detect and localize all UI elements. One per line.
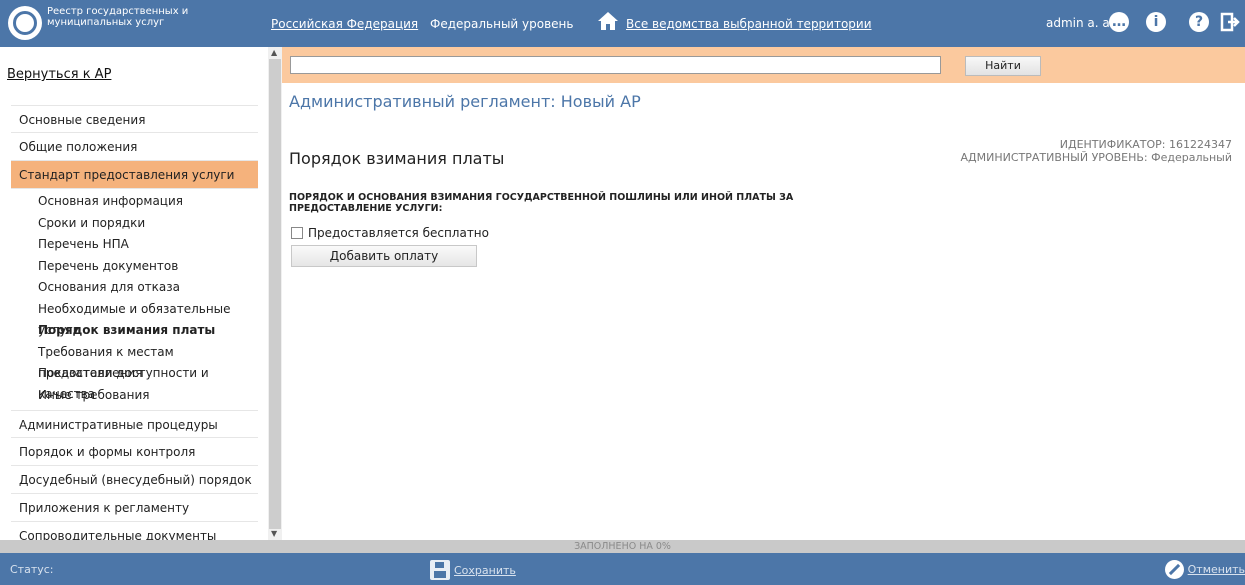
- sidebar-subitem-npa[interactable]: Перечень НПА: [11, 234, 258, 256]
- sidebar-item-general[interactable]: Общие положения: [11, 133, 258, 161]
- sidebar-item-procedures[interactable]: Административные процедуры: [11, 410, 258, 438]
- user-name[interactable]: admin a. a.: [1046, 16, 1114, 30]
- cancel-link[interactable]: Отменить: [1188, 563, 1245, 576]
- save-link[interactable]: Сохранить: [454, 564, 516, 577]
- floppy-icon[interactable]: [430, 560, 450, 580]
- sidebar-subitem-quality[interactable]: Показатели доступности и качества: [11, 363, 258, 401]
- sidebar-item-standard[interactable]: Стандарт предоставления услуги: [11, 161, 258, 189]
- progress-label: ЗАПОЛНЕНО НА 0%: [574, 541, 671, 552]
- top-bar: Реестр государственных и муниципальных у…: [0, 0, 1245, 47]
- sidebar-subitem-terms[interactable]: Сроки и порядки: [11, 213, 258, 235]
- messages-icon[interactable]: …: [1109, 12, 1129, 32]
- sidebar-item-main-info[interactable]: Основные сведения: [11, 105, 258, 133]
- sidebar-submenu: Основная информация Сроки и порядки Пере…: [11, 189, 258, 410]
- free-checkbox[interactable]: [291, 227, 303, 239]
- add-payment-button[interactable]: Добавить оплату: [291, 245, 477, 267]
- logo-icon[interactable]: [8, 6, 42, 40]
- admin-level: АДМИНИСТРАТИВНЫЙ УРОВЕНЬ: Федеральный: [960, 151, 1232, 164]
- sidebar-subitem-basic-info[interactable]: Основная информация: [11, 191, 258, 213]
- identifier: ИДЕНТИФИКАТОР: 161224347: [1059, 138, 1232, 151]
- sidebar: Вернуться к АР Основные сведения Общие п…: [0, 47, 268, 540]
- back-link[interactable]: Вернуться к АР: [7, 67, 111, 82]
- document-title: Административный регламент: Новый АР: [289, 92, 641, 111]
- progress-bar: ЗАПОЛНЕНО НА 0%: [0, 540, 1245, 553]
- nav-region-link[interactable]: Российская Федерация: [271, 17, 418, 31]
- info-icon[interactable]: i: [1146, 12, 1166, 32]
- sidebar-subitem-required-services[interactable]: Необходимые и обязательные услуги: [11, 299, 258, 337]
- scroll-up-icon[interactable]: ▲: [271, 48, 277, 57]
- document-meta: ИДЕНТИФИКАТОР: 161224347 АДМИНИСТРАТИВНЫ…: [961, 138, 1232, 164]
- sidebar-item-accompanying[interactable]: Сопроводительные документы: [11, 522, 258, 540]
- sidebar-item-appendices[interactable]: Приложения к регламенту: [11, 494, 258, 522]
- nav-level-link[interactable]: Федеральный уровень: [430, 17, 573, 31]
- search-button[interactable]: Найти: [965, 56, 1041, 76]
- section-title: Порядок взимания платы: [289, 149, 505, 168]
- cancel-icon[interactable]: [1164, 560, 1184, 579]
- sidebar-scrollbar[interactable]: ▲ ▼: [268, 47, 282, 540]
- scroll-down-icon[interactable]: ▼: [271, 529, 277, 538]
- status-bar: Статус: Сохранить Отменить: [0, 553, 1245, 585]
- search-input[interactable]: [290, 56, 941, 74]
- sidebar-menu: Основные сведения Общие положения Станда…: [11, 105, 258, 540]
- cancel-button[interactable]: Отменить: [1164, 560, 1245, 579]
- scroll-thumb[interactable]: [269, 59, 281, 529]
- sidebar-subitem-documents[interactable]: Перечень документов: [11, 256, 258, 278]
- payment-field-label: ПОРЯДОК И ОСНОВАНИЯ ВЗИМАНИЯ ГОСУДАРСТВЕ…: [289, 192, 794, 214]
- help-icon[interactable]: ?: [1189, 12, 1209, 32]
- sidebar-subitem-other[interactable]: Иные требования: [11, 385, 258, 407]
- home-icon[interactable]: [597, 10, 619, 32]
- sidebar-item-control[interactable]: Порядок и формы контроля: [11, 438, 258, 466]
- sidebar-item-pretrial[interactable]: Досудебный (внесудебный) порядок: [11, 466, 258, 494]
- free-checkbox-row[interactable]: Предоставляется бесплатно: [291, 226, 489, 240]
- sidebar-subitem-places[interactable]: Требования к местам предоставления: [11, 342, 258, 380]
- search-bar: Найти: [282, 47, 1245, 83]
- nav-departments-link[interactable]: Все ведомства выбранной территории: [626, 17, 872, 31]
- app-title[interactable]: Реестр государственных и муниципальных у…: [47, 6, 197, 28]
- sidebar-subitem-payment[interactable]: Порядок взимания платы: [11, 320, 258, 342]
- free-checkbox-label[interactable]: Предоставляется бесплатно: [308, 226, 489, 240]
- save-button[interactable]: Сохранить: [430, 560, 516, 580]
- logout-icon[interactable]: [1220, 12, 1240, 32]
- sidebar-subitem-refusal[interactable]: Основания для отказа: [11, 277, 258, 299]
- status-label: Статус:: [10, 563, 54, 576]
